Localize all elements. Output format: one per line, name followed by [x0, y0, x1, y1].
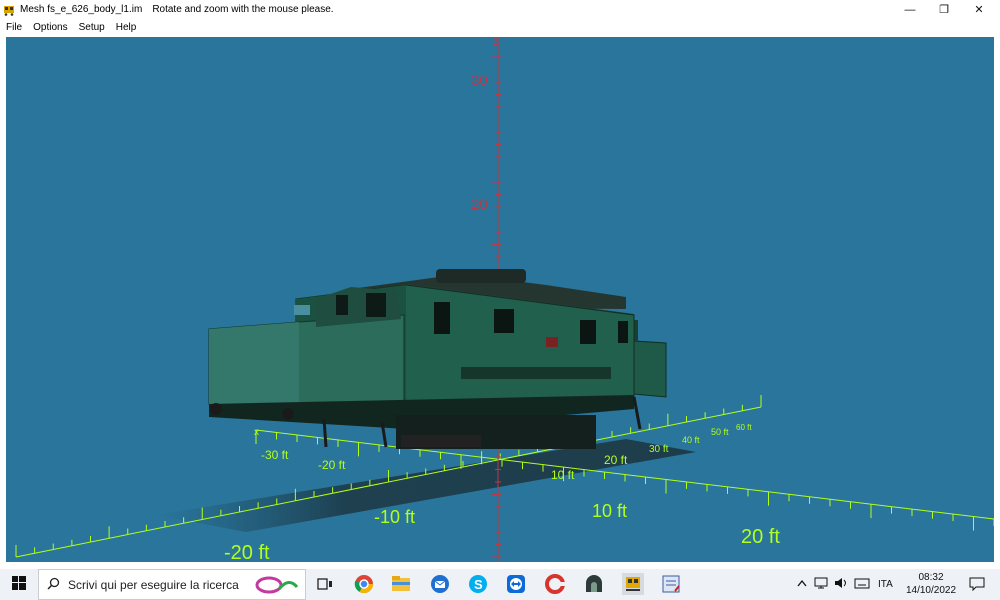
- task-view-icon[interactable]: [314, 573, 336, 595]
- start-button[interactable]: [0, 569, 38, 600]
- menu-file[interactable]: File: [0, 22, 27, 33]
- taskbar-search-box[interactable]: Scrivi qui per eseguire la ricerca: [38, 569, 306, 600]
- ground-label-neg30: -30 ft: [261, 448, 289, 462]
- keyboard-icon[interactable]: [854, 578, 870, 592]
- ground-label-neg20b: -20 ft: [224, 542, 270, 562]
- search-placeholder: Scrivi qui per eseguire la ricerca: [68, 577, 239, 592]
- svg-text:S: S: [474, 577, 483, 592]
- ground-label-20b: 20 ft: [741, 526, 780, 548]
- menu-help[interactable]: Help: [110, 22, 142, 33]
- network-icon[interactable]: [814, 577, 828, 592]
- app-tunnel-icon[interactable]: [583, 573, 605, 595]
- skype-icon[interactable]: S: [467, 573, 489, 595]
- z-tick-30: 30: [471, 72, 488, 89]
- file-explorer-icon[interactable]: [390, 573, 412, 595]
- search-icon: [47, 577, 60, 593]
- maximize-button[interactable]: ❐: [927, 0, 961, 19]
- menu-bar: File Options Setup Help: [0, 19, 1000, 35]
- window-hint: Rotate and zoom with the mouse please.: [152, 4, 334, 15]
- locomotive-app-icon: [3, 4, 15, 16]
- train-app-icon[interactable]: [622, 573, 644, 595]
- title-bar: Mesh fs_e_626_body_l1.im Rotate and zoom…: [0, 0, 1000, 19]
- windows-logo-icon: [12, 576, 26, 593]
- chevron-up-icon[interactable]: [797, 579, 807, 590]
- notification-icon[interactable]: [966, 573, 988, 595]
- menu-setup[interactable]: Setup: [73, 22, 110, 33]
- ground-label-30: 30 ft: [649, 444, 669, 455]
- ground-label-50: 50 ft: [711, 427, 729, 437]
- ground-label-20a: 20 ft: [604, 453, 628, 467]
- z-axis-label: z: [493, 37, 499, 48]
- teamviewer-icon[interactable]: [505, 573, 527, 595]
- editor-app-icon[interactable]: [660, 573, 682, 595]
- locomotive-model: [208, 269, 667, 449]
- ground-label-neg10: -10 ft: [374, 507, 415, 527]
- ccleaner-icon[interactable]: [544, 573, 566, 595]
- thunderbird-icon[interactable]: [429, 573, 451, 595]
- ground-label-40: 40 ft: [682, 435, 700, 445]
- speaker-icon[interactable]: [834, 577, 848, 592]
- clock[interactable]: 08:32 14/10/2022: [903, 571, 959, 597]
- scene-canvas: z 30 20 x -30 ft -20 ft 30 ft 40 ft 50 f…: [15, 37, 994, 562]
- menu-options[interactable]: Options: [27, 22, 72, 33]
- taskbar: Scrivi qui per eseguire la ricerca S ITA…: [0, 569, 1000, 600]
- system-tray: ITA: [797, 569, 893, 600]
- z-tick-20: 20: [471, 196, 488, 213]
- ground-label-60: 60 ft: [736, 423, 752, 432]
- ground-label-10a: 10 ft: [551, 468, 575, 482]
- close-button[interactable]: ✕: [962, 0, 996, 19]
- window-title: Mesh fs_e_626_body_l1.im: [20, 4, 143, 15]
- clock-time: 08:32: [918, 572, 944, 583]
- x-axis-label: x: [254, 427, 259, 438]
- 3d-viewport[interactable]: z 30 20 x -30 ft -20 ft 30 ft 40 ft 50 f…: [6, 37, 994, 562]
- search-highlight-icon: [253, 573, 299, 600]
- minimize-button[interactable]: —: [893, 0, 927, 19]
- clock-date: 14/10/2022: [905, 585, 957, 596]
- ground-label-neg20: -20 ft: [318, 458, 346, 472]
- language-indicator[interactable]: ITA: [878, 579, 893, 590]
- chrome-icon[interactable]: [353, 573, 375, 595]
- ground-label-10b: 10 ft: [592, 501, 627, 521]
